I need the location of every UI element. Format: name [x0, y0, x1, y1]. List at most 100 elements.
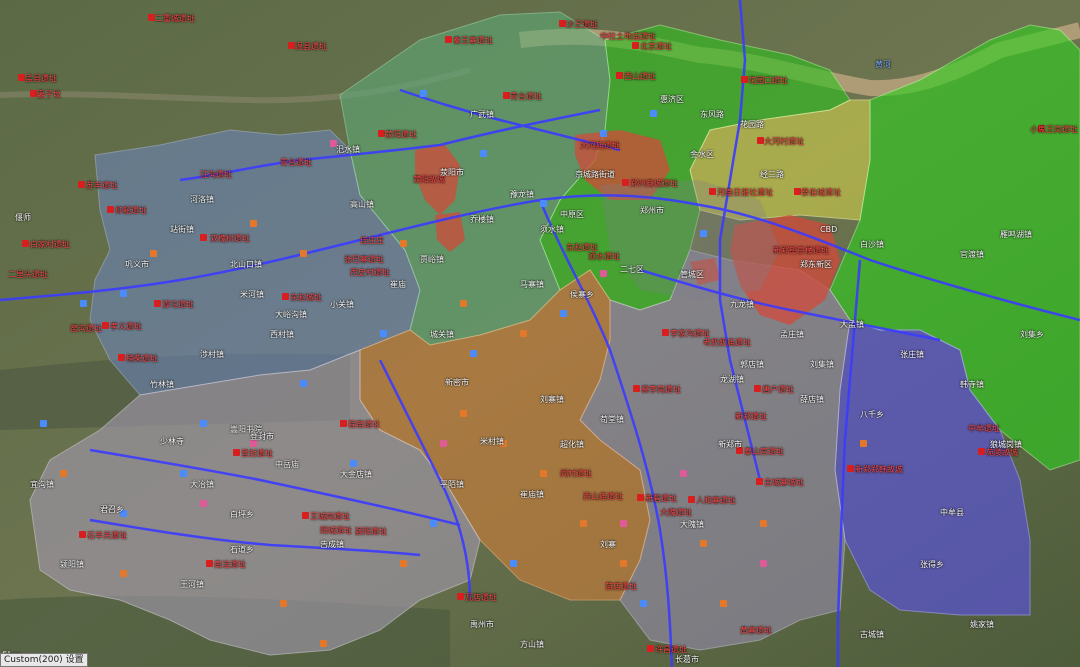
place-label[interactable]: 郑东新区: [800, 260, 832, 270]
place-label[interactable]: 平陌镇: [440, 480, 464, 490]
site-marker-icon[interactable]: [233, 449, 240, 456]
site-marker-icon[interactable]: [688, 496, 695, 503]
site-label[interactable]: 南洼遗址: [214, 560, 246, 570]
site-label[interactable]: 中柱土地庙遗址: [600, 32, 656, 42]
site-marker-icon[interactable]: [460, 410, 467, 417]
place-label[interactable]: 河洛镇: [190, 195, 214, 205]
place-label[interactable]: 巩义市: [125, 260, 149, 270]
site-marker-icon[interactable]: [430, 520, 437, 527]
place-label[interactable]: 崔庙镇: [520, 490, 544, 500]
place-label[interactable]: 方山镇: [520, 640, 544, 650]
place-label[interactable]: 雁鸣湖镇: [1000, 230, 1032, 240]
site-marker-icon[interactable]: [756, 478, 763, 485]
place-label[interactable]: 城关镇: [430, 330, 454, 340]
site-label[interactable]: 人和寨遗址: [696, 496, 736, 506]
site-marker-icon[interactable]: [180, 470, 187, 477]
place-label[interactable]: 乔楼镇: [470, 215, 494, 225]
place-label[interactable]: 韩寺镇: [960, 380, 984, 390]
place-label[interactable]: 宜沟镇: [30, 480, 54, 490]
site-marker-icon[interactable]: [78, 181, 85, 188]
site-label[interactable]: 窑沟遗址: [70, 324, 102, 334]
site-label[interactable]: 裴李岗遗址: [641, 385, 681, 395]
place-label[interactable]: 白坪乡: [230, 510, 254, 520]
place-label[interactable]: 中原区: [560, 210, 584, 220]
map-view[interactable]: 二重城遗址 温县遗址 孟县遗址 妻子坟 秦王寨遗址 沙王遗址 北京遗址 中柱土地庙遗址 西山遗址…: [0, 0, 1080, 667]
site-marker-icon[interactable]: [700, 230, 707, 237]
site-label[interactable]: 花园口遗址: [748, 76, 788, 86]
site-marker-icon[interactable]: [200, 500, 207, 507]
place-label[interactable]: 官渡镇: [960, 250, 984, 260]
site-label[interactable]: 瓦店遗址: [465, 593, 497, 603]
site-marker-icon[interactable]: [288, 42, 295, 49]
place-label[interactable]: 郑州市: [640, 206, 664, 216]
site-marker-icon[interactable]: [760, 520, 767, 527]
place-label[interactable]: 大冶镇: [190, 480, 214, 490]
place-label[interactable]: 花园路: [740, 120, 764, 130]
place-label[interactable]: 大隗镇: [680, 520, 704, 530]
place-label[interactable]: 张庄镇: [900, 350, 924, 360]
site-label[interactable]: 阳城遗址: [320, 526, 352, 536]
site-marker-icon[interactable]: [30, 90, 37, 97]
site-label[interactable]: 北京遗址: [640, 42, 672, 52]
site-marker-icon[interactable]: [622, 179, 629, 186]
site-label[interactable]: 滹沱遗址: [162, 300, 194, 310]
site-marker-icon[interactable]: [560, 310, 567, 317]
site-marker-icon[interactable]: [978, 448, 985, 455]
site-label[interactable]: 汪沟遗址: [200, 170, 232, 180]
place-label[interactable]: 龙湖镇: [720, 375, 744, 385]
place-label[interactable]: 站街镇: [170, 225, 194, 235]
site-marker-icon[interactable]: [580, 520, 587, 527]
site-marker-icon[interactable]: [102, 322, 109, 329]
site-marker-icon[interactable]: [620, 520, 627, 527]
site-marker-icon[interactable]: [300, 380, 307, 387]
site-label[interactable]: 二里头遗址: [8, 270, 48, 280]
site-label[interactable]: 孟县遗址: [25, 74, 57, 84]
place-label[interactable]: 禹州市: [470, 620, 494, 630]
place-label[interactable]: 长葛市: [675, 655, 699, 665]
place-label[interactable]: 白沙镇: [860, 240, 884, 250]
place-label[interactable]: 马寨镇: [520, 280, 544, 290]
site-marker-icon[interactable]: [320, 640, 327, 647]
site-marker-icon[interactable]: [22, 240, 29, 247]
place-label[interactable]: 东风路: [700, 110, 724, 120]
place-label[interactable]: 贾峪镇: [420, 255, 444, 265]
site-marker-icon[interactable]: [250, 220, 257, 227]
site-marker-icon[interactable]: [860, 440, 867, 447]
site-label[interactable]: 西史村遗址: [350, 268, 390, 278]
site-marker-icon[interactable]: [445, 36, 452, 43]
place-label[interactable]: 少林寺: [160, 437, 184, 447]
site-label[interactable]: 许昌遗址: [655, 645, 687, 655]
site-marker-icon[interactable]: [378, 130, 385, 137]
place-label[interactable]: 张得乡: [920, 560, 944, 570]
site-marker-icon[interactable]: [616, 72, 623, 79]
site-marker-icon[interactable]: [400, 240, 407, 247]
site-label[interactable]: 双槐树遗址: [210, 234, 250, 244]
place-label[interactable]: 刘集乡: [1020, 330, 1044, 340]
site-marker-icon[interactable]: [700, 540, 707, 547]
site-marker-icon[interactable]: [200, 234, 207, 241]
site-marker-icon[interactable]: [640, 600, 647, 607]
place-label[interactable]: 米河镇: [240, 290, 264, 300]
place-label[interactable]: 黄河: [875, 60, 891, 70]
site-label[interactable]: 老奶奶庙遗址: [703, 338, 751, 348]
site-marker-icon[interactable]: [480, 150, 487, 157]
site-marker-icon[interactable]: [600, 270, 607, 277]
site-marker-icon[interactable]: [647, 645, 654, 652]
site-marker-icon[interactable]: [60, 470, 67, 477]
place-label[interactable]: 须水镇: [540, 225, 564, 235]
place-label[interactable]: 经三路: [760, 170, 784, 180]
place-label[interactable]: 告成镇: [320, 540, 344, 550]
site-marker-icon[interactable]: [282, 293, 289, 300]
custom-layer-label[interactable]: Custom(200): [4, 655, 63, 665]
site-label[interactable]: 新郑望京楼遗址: [773, 246, 829, 256]
site-marker-icon[interactable]: [741, 76, 748, 83]
site-marker-icon[interactable]: [120, 290, 127, 297]
site-label[interactable]: 秦王寨遗址: [453, 36, 493, 46]
site-marker-icon[interactable]: [754, 385, 761, 392]
place-label[interactable]: 君召乡: [100, 505, 124, 515]
place-label[interactable]: 超化镇: [560, 440, 584, 450]
site-marker-icon[interactable]: [470, 350, 477, 357]
site-marker-icon[interactable]: [80, 300, 87, 307]
site-label[interactable]: 青台遗址: [280, 158, 312, 168]
site-label[interactable]: 苏羊遗址: [86, 181, 118, 191]
